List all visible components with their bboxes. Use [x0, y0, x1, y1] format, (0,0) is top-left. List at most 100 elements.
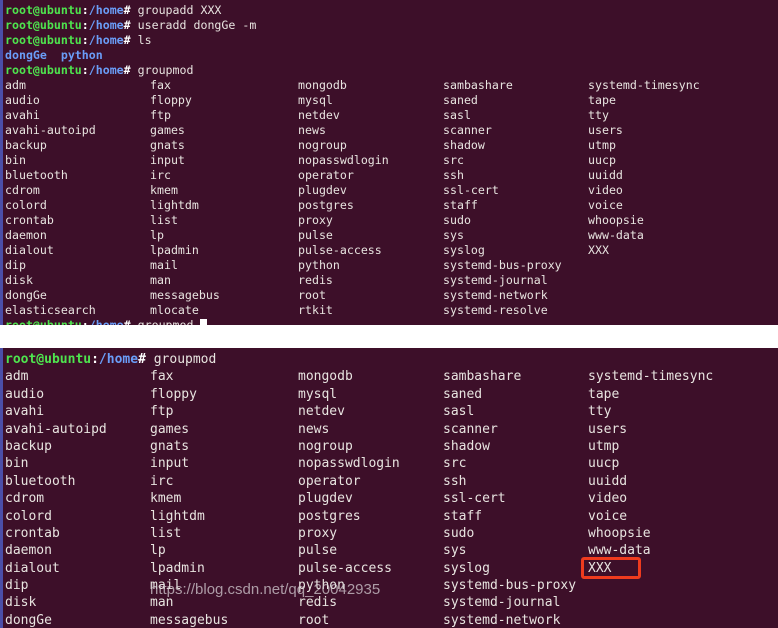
- group-name: systemd-bus-proxy: [443, 258, 562, 272]
- group-name: mlocate: [150, 303, 199, 317]
- group-name: uuidd: [588, 168, 623, 182]
- command-line-ls: root@ubuntu:/home# ls: [0, 33, 778, 48]
- group-name: games: [150, 123, 185, 137]
- group-name: scanner: [443, 421, 498, 437]
- group-name: sambashare: [443, 78, 513, 92]
- group-name: input: [150, 153, 185, 167]
- group-name: lightdm: [150, 198, 199, 212]
- group-name: netdev: [298, 108, 340, 122]
- group-row: crontab list proxy sudo whoopsie: [0, 213, 778, 228]
- group-row: dialout lpadmin pulse-access syslog XXX: [0, 560, 778, 577]
- group-name: ssh: [443, 473, 467, 489]
- group-name: saned: [443, 386, 483, 402]
- group-row: dialout lpadmin pulse-access syslog XXX: [0, 243, 778, 258]
- ls-output-text: dongGe python: [5, 48, 103, 62]
- command-text-ls: ls: [137, 33, 152, 47]
- group-name: disk: [5, 273, 33, 287]
- group-name: bluetooth: [5, 168, 68, 182]
- group-name: dongGe: [5, 612, 52, 628]
- prompt-path: /home: [88, 33, 124, 47]
- group-name: dongGe: [5, 288, 47, 302]
- group-name: floppy: [150, 93, 192, 107]
- command-text-groupmod: groupmod: [153, 352, 217, 367]
- panel-separator: [0, 325, 778, 348]
- group-name: mongodb: [298, 369, 353, 385]
- group-name: pulse-access: [298, 560, 392, 576]
- group-name: sudo: [443, 213, 471, 227]
- group-name: man: [150, 273, 171, 287]
- group-name: mysql: [298, 93, 333, 107]
- group-name: whoopsie: [588, 525, 651, 541]
- group-row: disk man redis systemd-journal: [0, 273, 778, 288]
- group-name: staff: [443, 198, 478, 212]
- group-name: shadow: [443, 138, 485, 152]
- prompt-hash: #: [123, 3, 131, 17]
- group-row: elasticsearch mlocate rtkit systemd-resolve: [0, 303, 778, 318]
- prompt-colon: :: [81, 3, 89, 17]
- group-row: colord lightdm postgres staff voice: [0, 508, 778, 525]
- group-name: avahi-autoipd: [5, 421, 107, 437]
- prompt-user-host: root@ubuntu: [5, 352, 92, 367]
- group-name: syslog: [443, 243, 485, 257]
- group-row: avahi-autoipd games news scanner users: [0, 123, 778, 138]
- group-name: www-data: [588, 228, 644, 242]
- group-row: dip mail python systemd-bus-proxy: [0, 577, 778, 594]
- group-row: dongGe messagebus root systemd-network: [0, 288, 778, 303]
- prompt-path: /home: [88, 3, 124, 17]
- group-name: tty: [588, 404, 612, 420]
- group-list-bottom: adm fax mongodb sambashare systemd-timesync a…: [0, 368, 778, 628]
- prompt-path: /home: [88, 318, 124, 325]
- group-name: lpadmin: [150, 243, 199, 257]
- group-row: adm fax mongodb sambashare systemd-timesync: [0, 78, 778, 93]
- command-text-pending: groupmod: [137, 318, 201, 325]
- group-name: avahi: [5, 108, 40, 122]
- group-name: nogroup: [298, 438, 353, 454]
- prompt-colon: :: [91, 352, 99, 367]
- terminal-panel-top[interactable]: root@ubuntu:/home# groupadd XXX root@ubu…: [0, 0, 778, 325]
- group-name: voice: [588, 508, 628, 524]
- prompt-hash: #: [138, 352, 146, 367]
- watermark-text: https://blog.csdn.net/qq_20042935: [150, 581, 381, 598]
- group-row: dongGe messagebus root systemd-network: [0, 612, 778, 628]
- command-line-useradd: root@ubuntu:/home# useradd dongGe -m: [0, 18, 778, 33]
- group-row: daemon lp pulse sys www-data: [0, 228, 778, 243]
- group-name: elasticsearch: [5, 303, 96, 317]
- group-name: nopasswdlogin: [298, 456, 400, 472]
- group-name: crontab: [5, 525, 60, 541]
- prompt-user-host: root@ubuntu: [5, 33, 82, 47]
- prompt-colon: :: [81, 18, 89, 32]
- group-name: whoopsie: [588, 213, 644, 227]
- prompt-user-host: root@ubuntu: [5, 3, 82, 17]
- group-name: systemd-network: [443, 612, 561, 628]
- group-name: bin: [5, 456, 29, 472]
- prompt-hash: #: [123, 18, 131, 32]
- command-line-groupmod-prompt-top: root@ubuntu:/home# groupmod: [0, 318, 778, 325]
- group-name: lightdm: [150, 508, 205, 524]
- group-name: adm: [5, 369, 29, 385]
- group-name: messagebus: [150, 288, 220, 302]
- group-name: python: [298, 258, 340, 272]
- group-name: dip: [5, 258, 26, 272]
- group-row: crontab list proxy sudo whoopsie: [0, 525, 778, 542]
- group-name: irc: [150, 473, 174, 489]
- group-name: kmem: [150, 491, 182, 507]
- group-name: voice: [588, 198, 623, 212]
- screenshot-root: root@ubuntu:/home# groupadd XXX root@ubu…: [0, 0, 778, 628]
- group-name: utmp: [588, 438, 620, 454]
- group-list-top: adm fax mongodb sambashare systemd-timesync a…: [0, 78, 778, 318]
- group-name: src: [443, 153, 464, 167]
- group-name: plugdev: [298, 491, 353, 507]
- group-row: avahi ftp netdev sasl tty: [0, 108, 778, 123]
- group-name: postgres: [298, 508, 361, 524]
- group-row: disk man redis systemd-journal: [0, 594, 778, 611]
- terminal-panel-bottom[interactable]: root@ubuntu:/home# groupmod adm fax mongod…: [0, 348, 778, 628]
- group-name: operator: [298, 473, 361, 489]
- group-name: cdrom: [5, 491, 45, 507]
- group-name: src: [443, 456, 467, 472]
- group-row: backup gnats nogroup shadow utmp: [0, 438, 778, 455]
- group-name: tape: [588, 386, 620, 402]
- group-row: backup gnats nogroup shadow utmp: [0, 138, 778, 153]
- group-name: shadow: [443, 438, 490, 454]
- prompt-hash: #: [123, 318, 131, 325]
- group-name: ssh: [443, 168, 464, 182]
